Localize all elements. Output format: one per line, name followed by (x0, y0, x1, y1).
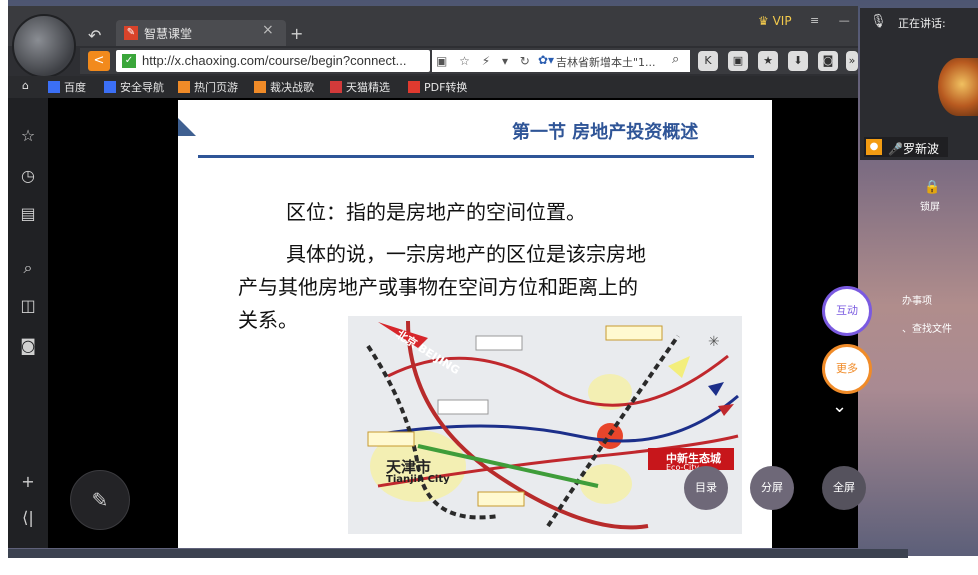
pdf-icon (408, 81, 420, 93)
lock-screen-icon[interactable]: 🔒 (924, 180, 940, 195)
bookmark-label: 热门页游 (194, 81, 238, 94)
slide-text-line: 区位：指的是房地产的空间位置。 (286, 200, 586, 224)
inbox-icon[interactable]: ▤ (18, 204, 38, 224)
bookmark-item[interactable]: PDF转换 (408, 79, 467, 95)
tmall-icon (330, 81, 342, 93)
vip-label: VIP (772, 14, 792, 28)
interact-button[interactable]: 互动 (822, 286, 872, 336)
lock-screen-label[interactable]: 锁屏 (920, 198, 940, 213)
map-label-tianjin-en: Tianjin City (386, 474, 450, 485)
browser-logo[interactable] (12, 14, 76, 78)
slide-title-rule (198, 155, 754, 158)
slide-title: 第一节 房地产投资概述 (512, 122, 699, 143)
vip-badge[interactable]: ♛ VIP (758, 14, 792, 28)
tab-active[interactable] (116, 20, 286, 46)
gamepad-icon[interactable]: ◙ (18, 336, 38, 356)
microphone-icon: 🎙 (870, 14, 887, 29)
annotation-brush-icon[interactable]: ✎ (70, 470, 130, 530)
bookmark-label: 百度 (64, 81, 86, 94)
search-engine-icon[interactable]: ✿▾ (538, 53, 554, 67)
tab-close-icon[interactable]: × (262, 22, 274, 38)
url-text[interactable]: http://x.chaoxing.com/course/begin?conne… (142, 53, 407, 68)
speaker-name: 🎤罗新波 (888, 140, 939, 157)
slide-corner-decoration (178, 118, 196, 136)
history-back-icon[interactable]: ↶ (88, 26, 108, 45)
history-clock-icon[interactable]: ◷ (18, 166, 38, 186)
home-icon[interactable]: ⌂ (22, 79, 29, 92)
tab-favicon-icon: ✎ (124, 26, 138, 40)
slide-text-line: 产与其他房地产或事物在空间方位和距离上的 (238, 275, 638, 299)
new-tab-icon[interactable]: + (290, 24, 303, 43)
find-file-label[interactable]: 、查找文件 (902, 320, 952, 335)
fullscreen-button[interactable]: 全屏 (822, 466, 866, 510)
search-icon[interactable]: ⌕ (672, 52, 679, 67)
bookmark-label: 裁决战歌 (270, 81, 314, 94)
baidu-icon (48, 81, 60, 93)
taskbar-strip (8, 549, 908, 558)
toolbar-k-icon[interactable]: K (698, 51, 718, 71)
toolbar-game-icon[interactable]: ◙ (818, 51, 838, 71)
slide-text-line: 具体的说，一宗房地产的区位是该宗房地 (286, 242, 646, 266)
speaker-name-text: 罗新波 (902, 142, 939, 156)
search-query[interactable]: 吉林省新增本土"1... (556, 54, 656, 70)
bookmark-item[interactable]: 天猫精选 (330, 79, 390, 95)
tianjin-location-map: ✳ 北京 BEIJING 天津市 Tianjin City 中新生态城 Eco-… (348, 316, 742, 534)
toolbar-lock-icon[interactable]: ▣ (728, 51, 748, 71)
more-button[interactable]: 更多 (822, 344, 872, 394)
shield-icon (104, 81, 116, 93)
chevron-down-icon[interactable]: ⌄ (832, 396, 847, 417)
bookmark-label: 安全导航 (120, 81, 164, 94)
catalog-button[interactable]: 目录 (684, 466, 728, 510)
tab-title: 智慧课堂 (144, 27, 193, 41)
toolbar-star-icon[interactable]: ★ (758, 51, 778, 71)
back-button[interactable]: < (88, 51, 110, 71)
bookmark-item[interactable]: 热门页游 (178, 79, 238, 95)
speaking-label: 正在讲话: (898, 17, 946, 30)
collapse-icon[interactable]: ⟨| (18, 508, 38, 528)
svg-text:✳: ✳ (708, 334, 720, 350)
bookmark-item[interactable]: 裁决战歌 (254, 79, 314, 95)
toolbar-download-icon[interactable]: ⬇ (788, 51, 808, 71)
toolbar-more-icon[interactable]: » (846, 51, 858, 71)
slide-text-line: 关系。 (238, 308, 298, 332)
add-icon[interactable]: + (18, 472, 38, 492)
address-tools-icon[interactable]: ▣ ☆ ⚡ ▾ ↻ (432, 50, 536, 72)
bookmark-item[interactable]: 百度 (48, 79, 86, 95)
search-icon[interactable]: ⌕ (18, 258, 38, 278)
game-icon (178, 81, 190, 93)
bookmark-label: 天猫精选 (346, 81, 390, 94)
game-icon (254, 81, 266, 93)
bookmark-item[interactable]: 安全导航 (104, 79, 164, 95)
split-screen-button[interactable]: 分屏 (750, 466, 794, 510)
favorites-star-icon[interactable]: ☆ (18, 126, 38, 146)
bookmark-label: PDF转换 (424, 81, 468, 94)
speaker-video (938, 58, 978, 116)
mic-small-icon: 🎤 (888, 142, 903, 156)
user-icon: ● (866, 139, 882, 155)
secure-check-icon: ✓ (122, 54, 136, 68)
bag-icon[interactable]: ◫ (18, 296, 38, 316)
todo-label[interactable]: 办事项 (902, 292, 932, 307)
